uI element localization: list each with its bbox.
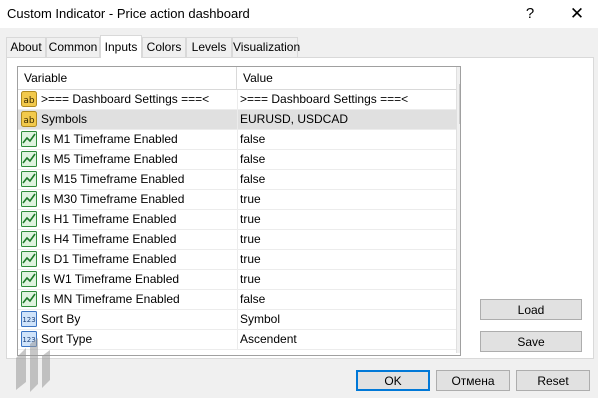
table-row[interactable]: Is M15 Timeframe Enabled false xyxy=(18,170,460,190)
variable-cell[interactable]: Is D1 Timeframe Enabled xyxy=(18,250,238,269)
variable-cell[interactable]: Is W1 Timeframe Enabled xyxy=(18,270,238,289)
variable-cell[interactable]: Is M1 Timeframe Enabled xyxy=(18,130,238,149)
cancel-button[interactable]: Отмена xyxy=(436,370,510,391)
variable-label: Is H4 Timeframe Enabled xyxy=(41,232,177,246)
table-row[interactable]: Is D1 Timeframe Enabled true xyxy=(18,250,460,270)
variable-label: Is H1 Timeframe Enabled xyxy=(41,212,177,226)
grid-rows: ab >=== Dashboard Settings ===< >=== Dashb… xyxy=(18,90,460,350)
bool-icon xyxy=(21,231,37,247)
value-cell[interactable]: >=== Dashboard Settings ===< xyxy=(240,90,458,109)
table-row[interactable]: Is H4 Timeframe Enabled true xyxy=(18,230,460,250)
value-cell[interactable]: true xyxy=(240,250,458,269)
ab-string-icon: ab xyxy=(21,111,37,127)
variable-label: Is D1 Timeframe Enabled xyxy=(41,252,177,266)
table-row[interactable]: ab Symbols EURUSD, USDCAD xyxy=(18,110,460,130)
dialog-body: About Common Inputs Colors Levels Visual… xyxy=(0,28,598,398)
svg-text:123: 123 xyxy=(22,316,35,324)
bool-icon xyxy=(21,131,37,147)
bool-icon xyxy=(21,251,37,267)
inputs-panel: Variable Value ab >=== Dashboard Settings… xyxy=(6,57,594,359)
value-cell[interactable]: true xyxy=(240,210,458,229)
variable-cell[interactable]: ab Symbols xyxy=(18,110,238,129)
bool-icon xyxy=(21,191,37,207)
value-cell[interactable]: false xyxy=(240,290,458,309)
close-button[interactable]: ✕ xyxy=(566,4,588,24)
variable-label: Symbols xyxy=(41,112,88,126)
value-cell[interactable]: true xyxy=(240,270,458,289)
table-row[interactable]: Is M30 Timeframe Enabled true xyxy=(18,190,460,210)
table-row[interactable]: 123 Sort By Symbol xyxy=(18,310,460,330)
help-button[interactable]: ? xyxy=(520,4,540,24)
variable-label: Is M1 Timeframe Enabled xyxy=(41,132,178,146)
grid-header: Variable Value xyxy=(18,67,460,90)
watermark-logo xyxy=(16,338,50,392)
tab-inputs[interactable]: Inputs xyxy=(100,35,142,58)
variable-label: Is M30 Timeframe Enabled xyxy=(41,192,185,206)
variable-cell[interactable]: Is M15 Timeframe Enabled xyxy=(18,170,238,189)
variable-label: >=== Dashboard Settings ===< xyxy=(41,92,210,106)
value-cell[interactable]: false xyxy=(240,170,458,189)
table-row[interactable]: Is MN Timeframe Enabled false xyxy=(18,290,460,310)
variable-cell[interactable]: ab >=== Dashboard Settings ===< xyxy=(18,90,238,109)
variable-label: Is M15 Timeframe Enabled xyxy=(41,172,185,186)
ok-button[interactable]: OK xyxy=(356,370,430,391)
value-cell[interactable]: true xyxy=(240,190,458,209)
ab-string-icon: ab xyxy=(21,91,37,107)
variable-label: Sort By xyxy=(41,312,81,326)
variable-cell[interactable]: Is M30 Timeframe Enabled xyxy=(18,190,238,209)
variable-label: Is MN Timeframe Enabled xyxy=(41,292,180,306)
reset-button[interactable]: Reset xyxy=(516,370,590,391)
table-row[interactable]: Is M1 Timeframe Enabled false xyxy=(18,130,460,150)
value-cell[interactable]: Ascendent xyxy=(240,330,458,349)
title-bar: Custom Indicator - Price action dashboar… xyxy=(0,0,598,28)
table-row[interactable]: ab >=== Dashboard Settings ===< >=== Dashb… xyxy=(18,90,460,110)
scroll-up-icon[interactable]: ▲ xyxy=(457,67,460,83)
tab-about[interactable]: About xyxy=(6,37,46,57)
enum-123-icon: 123 xyxy=(21,311,37,327)
bool-icon xyxy=(21,211,37,227)
variable-cell[interactable]: 123 Sort By xyxy=(18,310,238,329)
bool-icon xyxy=(21,271,37,287)
scrollbar-thumb[interactable] xyxy=(459,84,460,124)
bool-icon xyxy=(21,151,37,167)
window-title: Custom Indicator - Price action dashboar… xyxy=(7,6,250,21)
variable-cell[interactable]: Is MN Timeframe Enabled xyxy=(18,290,238,309)
tab-visualization[interactable]: Visualization xyxy=(232,37,300,57)
variable-cell[interactable]: Is M5 Timeframe Enabled xyxy=(18,150,238,169)
inputs-grid: Variable Value ab >=== Dashboard Settings… xyxy=(17,66,461,356)
tab-colors[interactable]: Colors xyxy=(142,37,186,57)
table-row[interactable]: Is H1 Timeframe Enabled true xyxy=(18,210,460,230)
table-row[interactable]: Is M5 Timeframe Enabled false xyxy=(18,150,460,170)
scroll-down-icon[interactable]: ▼ xyxy=(457,337,460,353)
value-cell[interactable]: EURUSD, USDCAD xyxy=(240,110,458,129)
table-row[interactable]: Is W1 Timeframe Enabled true xyxy=(18,270,460,290)
tab-levels[interactable]: Levels xyxy=(186,37,232,57)
value-cell[interactable]: false xyxy=(240,130,458,149)
variable-label: Is M5 Timeframe Enabled xyxy=(41,152,178,166)
column-header-variable[interactable]: Variable xyxy=(18,67,237,89)
bool-icon xyxy=(21,171,37,187)
variable-cell[interactable]: Is H1 Timeframe Enabled xyxy=(18,210,238,229)
variable-label: Is W1 Timeframe Enabled xyxy=(41,272,180,286)
save-button[interactable]: Save xyxy=(480,331,582,352)
variable-cell[interactable]: Is H4 Timeframe Enabled xyxy=(18,230,238,249)
value-cell[interactable]: true xyxy=(240,230,458,249)
vertical-scrollbar[interactable]: ▲ ▼ xyxy=(456,67,460,353)
value-cell[interactable]: Symbol xyxy=(240,310,458,329)
svg-text:ab: ab xyxy=(23,116,35,126)
svg-text:ab: ab xyxy=(23,96,35,106)
column-header-value[interactable]: Value xyxy=(237,67,460,89)
tab-common[interactable]: Common xyxy=(46,37,100,57)
table-row[interactable]: 123 Sort Type Ascendent xyxy=(18,330,460,350)
value-cell[interactable]: false xyxy=(240,150,458,169)
bool-icon xyxy=(21,291,37,307)
load-button[interactable]: Load xyxy=(480,299,582,320)
